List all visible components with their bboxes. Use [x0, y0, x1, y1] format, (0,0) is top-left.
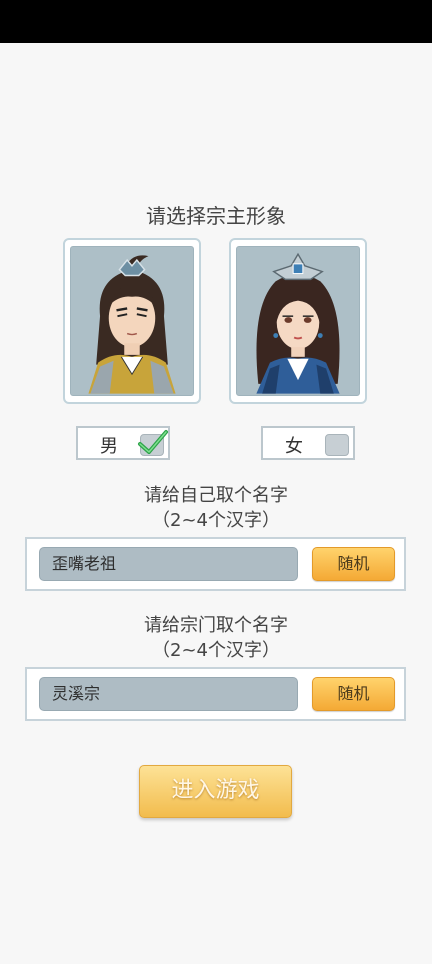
self-name-random-button[interactable]: 随机 [312, 547, 395, 581]
checkmark-icon [138, 430, 168, 454]
female-avatar-card[interactable] [229, 238, 367, 404]
sect-name-hint: （2~4个汉字） [152, 640, 280, 661]
enter-game-button[interactable]: 进入游戏 [139, 765, 292, 818]
female-checkbox[interactable] [325, 434, 349, 456]
male-option[interactable]: 男 [76, 426, 170, 460]
self-name-hint: （2~4个汉字） [152, 510, 280, 531]
male-label: 男 [100, 436, 118, 457]
sect-name-random-button[interactable]: 随机 [312, 677, 395, 711]
female-label: 女 [285, 436, 303, 457]
page-title: 请选择宗主形象 [146, 204, 286, 228]
male-character-portrait [88, 255, 176, 394]
female-character-portrait [256, 252, 340, 394]
self-name-panel: 歪嘴老祖 随机 [25, 537, 406, 591]
male-avatar-card[interactable] [63, 238, 201, 404]
self-name-input[interactable]: 歪嘴老祖 [39, 547, 298, 581]
sect-name-input[interactable]: 灵溪宗 [39, 677, 298, 711]
status-bar [0, 0, 432, 43]
self-name-prompt: 请给自己取个名字 [144, 485, 288, 506]
female-option[interactable]: 女 [261, 426, 355, 460]
sect-name-prompt: 请给宗门取个名字 [144, 615, 288, 636]
sect-name-panel: 灵溪宗 随机 [25, 667, 406, 721]
